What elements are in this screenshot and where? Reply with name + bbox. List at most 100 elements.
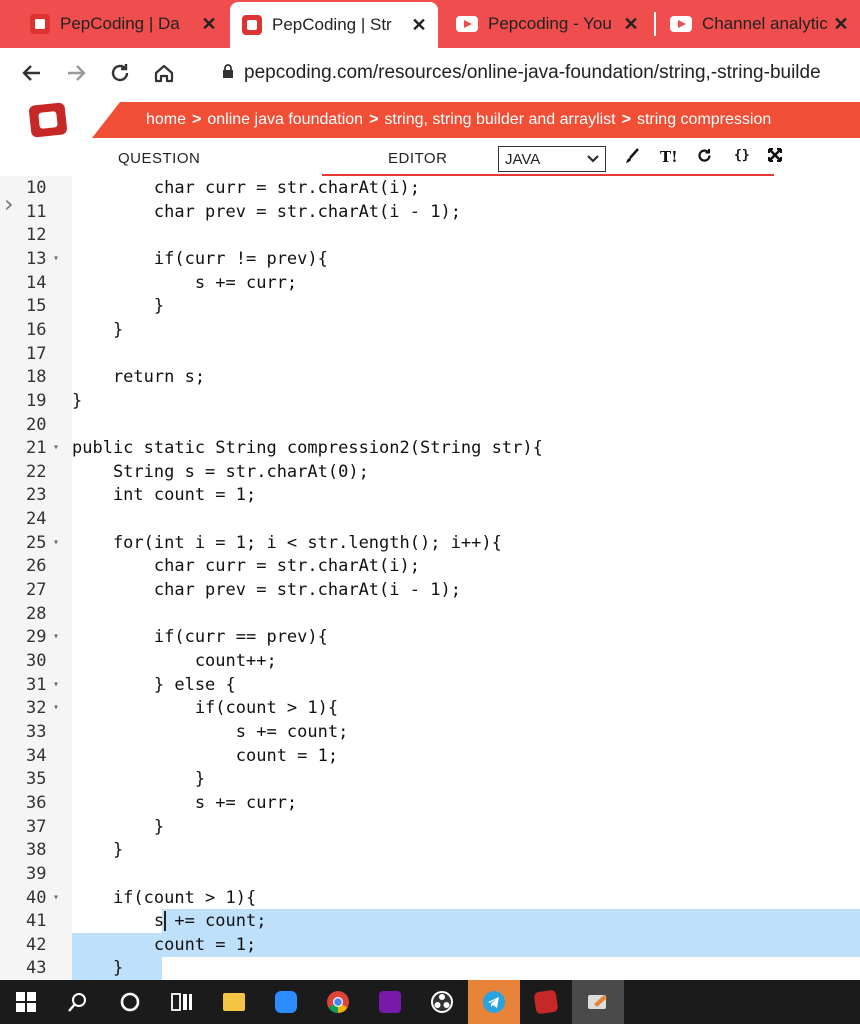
search-icon[interactable] xyxy=(52,980,104,1024)
onenote-icon[interactable] xyxy=(364,980,416,1024)
code-line[interactable]: 23 int count = 1; xyxy=(0,483,860,507)
code-text: } xyxy=(72,840,124,861)
line-number: 27 xyxy=(26,580,47,601)
tab-channel-analytics[interactable]: Channel analytic ✕ xyxy=(658,0,860,48)
code-line[interactable]: 18 return s; xyxy=(0,365,860,389)
fold-toggle-icon[interactable]: ▾ xyxy=(53,673,59,697)
pepcoding-logo-icon[interactable] xyxy=(28,102,68,138)
code-line[interactable]: 16 } xyxy=(0,318,860,342)
format-braces-icon[interactable]: {} xyxy=(734,148,750,163)
tab-pepcoding-data[interactable]: PepCoding | Da ✕ xyxy=(18,0,228,48)
screen-annotate-icon[interactable] xyxy=(572,980,624,1024)
line-number: 26 xyxy=(26,556,47,577)
url-field[interactable]: pepcoding.com/resources/online-java-foun… xyxy=(244,62,860,84)
home-button[interactable] xyxy=(142,51,186,95)
windows-start-icon[interactable] xyxy=(0,980,52,1024)
lock-icon[interactable] xyxy=(222,63,234,83)
fold-toggle-icon[interactable]: ▾ xyxy=(53,886,59,910)
code-line[interactable]: 25 ▾ for(int i = 1; i < str.length(); i++… xyxy=(0,531,860,555)
code-line[interactable]: 41 s += count; xyxy=(0,909,860,934)
code-line[interactable]: 36 s += curr; xyxy=(0,791,860,815)
close-icon[interactable]: ✕ xyxy=(408,15,430,36)
code-line[interactable]: 33 s += count; xyxy=(0,720,860,744)
line-number: 41 xyxy=(26,911,47,932)
code-text: } else { xyxy=(72,674,236,695)
code-line[interactable]: 15 } xyxy=(0,294,860,318)
editor-toolbar: QUESTION EDITOR JAVA T! {} xyxy=(0,142,860,177)
fold-toggle-icon[interactable]: ▾ xyxy=(53,531,59,555)
breadcrumb-string-builder-arraylist[interactable]: string, string builder and arraylist xyxy=(384,111,615,129)
reload-button[interactable] xyxy=(98,51,142,95)
code-line[interactable]: 11 char prev = str.charAt(i - 1); xyxy=(0,200,860,224)
forward-button[interactable] xyxy=(54,51,98,95)
close-icon[interactable]: ✕ xyxy=(830,14,852,35)
close-icon[interactable]: ✕ xyxy=(198,14,220,35)
code-line[interactable]: 27 char prev = str.charAt(i - 1); xyxy=(0,578,860,602)
code-line[interactable]: 40 ▾ if(count > 1){ xyxy=(0,886,860,910)
chrome-icon[interactable] xyxy=(312,980,364,1024)
code-line[interactable]: 26 char curr = str.charAt(i); xyxy=(0,554,860,578)
tab-youtube-pepcoding[interactable]: Pepcoding - You ✕ xyxy=(444,0,650,48)
code-line[interactable]: 39 xyxy=(0,862,860,886)
code-line[interactable]: 17 xyxy=(0,342,860,366)
back-button[interactable] xyxy=(10,51,54,95)
code-line[interactable]: 22 String s = str.charAt(0); xyxy=(0,460,860,484)
code-line[interactable]: 43 } xyxy=(0,956,860,980)
zoom-icon[interactable] xyxy=(260,980,312,1024)
code-line[interactable]: 38 } xyxy=(0,838,860,862)
code-text: } xyxy=(72,390,83,411)
brush-icon[interactable] xyxy=(624,148,640,169)
code-line[interactable]: 28 xyxy=(0,602,860,626)
line-number: 10 xyxy=(26,178,47,198)
code-line[interactable]: 37 } xyxy=(0,815,860,839)
code-text: if(curr != prev){ xyxy=(72,248,328,269)
line-number: 12 xyxy=(26,225,47,246)
close-icon[interactable]: ✕ xyxy=(620,14,642,35)
code-line[interactable]: 30 count++; xyxy=(0,649,860,673)
code-line[interactable]: 24 xyxy=(0,507,860,531)
code-line[interactable]: 20 xyxy=(0,413,860,437)
code-line[interactable]: 32 ▾ if(count > 1){ xyxy=(0,696,860,720)
pepcoding-favicon-icon xyxy=(30,14,50,34)
language-select[interactable]: JAVA xyxy=(498,146,606,172)
tab-title: Channel analytic xyxy=(702,14,828,33)
telegram-icon[interactable] xyxy=(468,980,520,1024)
font-size-icon[interactable]: T! xyxy=(660,148,678,166)
code-line[interactable]: 35 } xyxy=(0,767,860,791)
tab-editor[interactable]: EDITOR xyxy=(388,150,447,167)
line-number: 42 xyxy=(26,934,47,955)
breadcrumb-home[interactable]: home xyxy=(146,111,186,129)
fold-toggle-icon[interactable]: ▾ xyxy=(53,436,59,460)
code-line[interactable]: 21 ▾ public static String compression2(Str… xyxy=(0,436,860,460)
code-line[interactable]: 14 s += curr; xyxy=(0,271,860,295)
code-line[interactable]: 19} xyxy=(0,389,860,413)
browser-tab-strip: PepCoding | Da ✕ PepCoding | Str ✕ Pepco… xyxy=(0,0,860,48)
chevron-down-icon xyxy=(587,155,599,163)
cortana-icon[interactable] xyxy=(104,980,156,1024)
obs-icon[interactable] xyxy=(416,980,468,1024)
fold-toggle-icon[interactable]: ▾ xyxy=(53,625,59,649)
code-line[interactable]: 31 ▾ } else { xyxy=(0,673,860,697)
code-line[interactable]: 13 ▾ if(curr != prev){ xyxy=(0,247,860,271)
file-explorer-icon[interactable] xyxy=(208,980,260,1024)
code-text: s += curr; xyxy=(72,792,298,813)
fullscreen-icon[interactable] xyxy=(768,148,782,167)
fold-toggle-icon[interactable]: ▾ xyxy=(53,247,59,271)
tab-pepcoding-string[interactable]: PepCoding | Str ✕ xyxy=(230,2,438,48)
tab-question[interactable]: QUESTION xyxy=(118,150,200,167)
code-line[interactable]: 10 char curr = str.charAt(i); xyxy=(0,176,860,200)
breadcrumb-online-java-foundation[interactable]: online java foundation xyxy=(207,111,363,129)
breadcrumb-string-compression[interactable]: string compression xyxy=(637,111,771,129)
reset-icon[interactable] xyxy=(697,148,712,168)
task-view-icon[interactable] xyxy=(156,980,208,1024)
code-text: char prev = str.charAt(i - 1); xyxy=(72,580,461,601)
code-line[interactable]: 42 count = 1; xyxy=(0,932,860,957)
code-line[interactable]: 34 count = 1; xyxy=(0,744,860,768)
code-line[interactable]: 12 xyxy=(0,223,860,247)
back-arrow-icon xyxy=(22,65,40,81)
fold-toggle-icon[interactable]: ▾ xyxy=(53,696,59,720)
code-editor[interactable]: › 10 char curr = str.charAt(i); 11 char p… xyxy=(0,176,860,980)
pepcoding-app-icon[interactable] xyxy=(520,980,572,1024)
code-line[interactable]: 29 ▾ if(curr == prev){ xyxy=(0,625,860,649)
code-text: s += count; xyxy=(72,911,267,932)
